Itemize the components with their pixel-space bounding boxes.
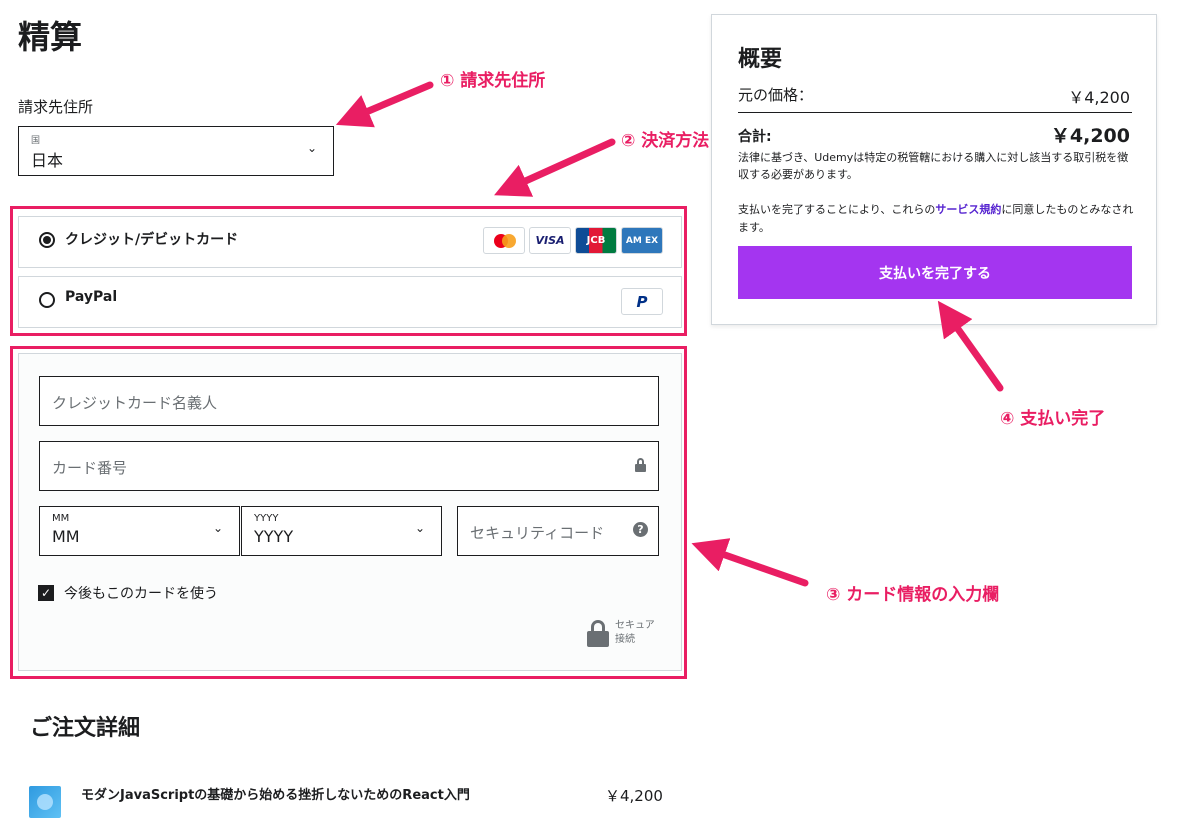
annotation-payment-method: ② 決済方法 [621,131,710,151]
annotation-arrow-card-info [691,538,809,587]
annotation-arrow-complete [937,300,1004,392]
annotation-card-info: ③ カード情報の入力欄 [826,585,1000,605]
annotation-arrow-billing [335,81,434,128]
annotation-complete: ④ 支払い完了 [1000,409,1106,429]
annotation-billing: ① 請求先住所 [440,71,546,91]
annotation-arrow-payment-method [494,138,616,197]
